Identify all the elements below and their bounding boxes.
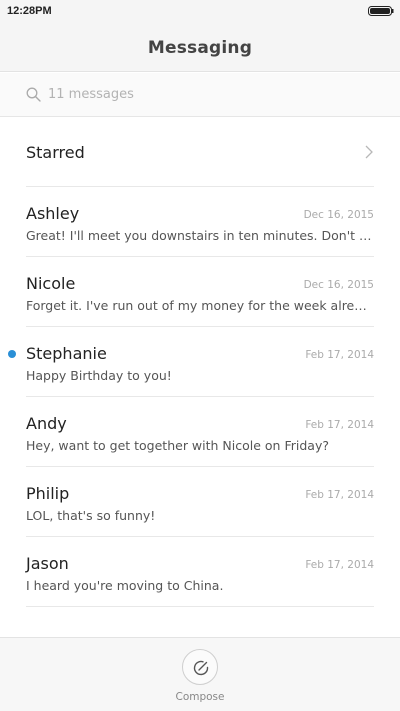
conversation-row-nicole[interactable]: Nicole Dec 16, 2015 Forget it. I've run … [26, 257, 374, 327]
conversation-date: Feb 17, 2014 [305, 419, 374, 431]
conversation-name: Philip [26, 484, 70, 503]
conversation-name: Andy [26, 414, 67, 433]
conversation-name: Jason [26, 554, 69, 573]
conversation-row-philip[interactable]: Philip Feb 17, 2014 LOL, that's so funny… [26, 467, 374, 537]
compose-circle [182, 649, 218, 685]
conversation-preview: Hey, want to get together with Nicole on… [26, 438, 329, 453]
conversation-date: Feb 17, 2014 [305, 559, 374, 571]
conversation-date: Feb 17, 2014 [305, 489, 374, 501]
app-header: Messaging [0, 24, 400, 72]
conversation-preview: Happy Birthday to you! [26, 368, 172, 383]
conversation-date: Feb 17, 2014 [305, 349, 374, 361]
compose-label: Compose [175, 691, 225, 703]
conversation-name: Nicole [26, 274, 76, 293]
conversation-list: Starred Ashley Dec 16, 2015 Great! I'll … [0, 118, 400, 607]
conversation-date: Dec 16, 2015 [303, 279, 374, 291]
status-time: 12:28PM [7, 5, 52, 17]
chevron-right-icon [365, 145, 373, 159]
conversation-preview: I heard you're moving to China. [26, 578, 224, 593]
unread-indicator [8, 350, 16, 358]
search-input[interactable]: 11 messages [48, 87, 134, 102]
search-bar[interactable]: 11 messages [0, 73, 400, 117]
status-bar: 12:28PM [0, 0, 400, 24]
conversation-preview: LOL, that's so funny! [26, 508, 156, 523]
search-icon [26, 87, 41, 102]
conversation-name: Ashley [26, 204, 80, 223]
conversation-name: Stephanie [26, 344, 107, 363]
compose-icon [193, 660, 209, 676]
compose-button[interactable]: Compose [171, 646, 229, 706]
starred-label: Starred [26, 143, 85, 162]
conversation-row-stephanie[interactable]: Stephanie Feb 17, 2014 Happy Birthday to… [8, 327, 374, 397]
battery-icon [368, 6, 394, 16]
page-title: Messaging [147, 38, 253, 58]
starred-row[interactable]: Starred [26, 118, 374, 187]
conversation-preview: Forget it. I've run out of my money for … [26, 298, 374, 313]
conversation-row-jason[interactable]: Jason Feb 17, 2014 I heard you're moving… [26, 537, 374, 607]
conversation-preview: Great! I'll meet you downstairs in ten m… [26, 228, 374, 243]
bottom-toolbar: Compose [0, 637, 400, 711]
conversation-row-andy[interactable]: Andy Feb 17, 2014 Hey, want to get toget… [26, 397, 374, 467]
conversation-row-ashley[interactable]: Ashley Dec 16, 2015 Great! I'll meet you… [26, 187, 374, 257]
conversation-date: Dec 16, 2015 [303, 209, 374, 221]
